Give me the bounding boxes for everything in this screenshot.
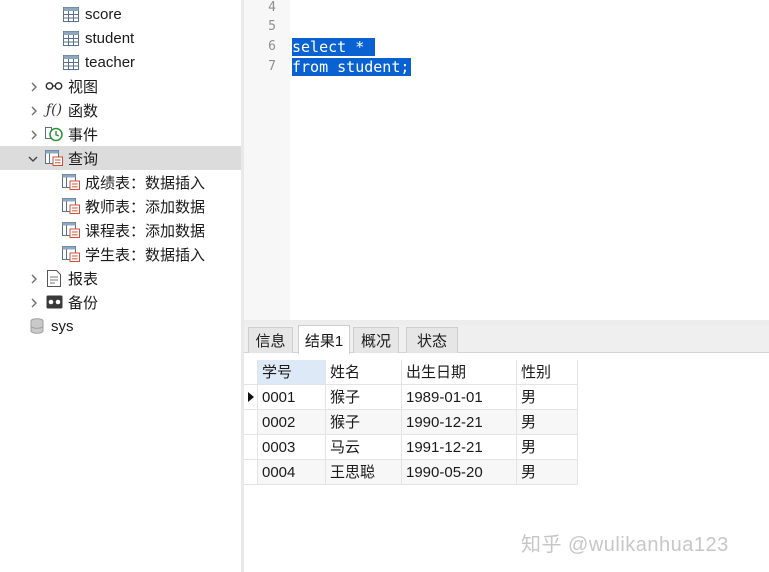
table-cell[interactable]: 男 [517,385,578,410]
row-header[interactable] [244,460,258,485]
line-number: 7 [268,59,276,74]
code-line-selected[interactable]: from student; [292,58,412,76]
tab-profile[interactable]: 概况 [353,327,399,353]
column-header[interactable]: 出生日期 [402,360,517,385]
backup-icon [45,293,63,311]
table-cell[interactable]: 0002 [258,410,326,435]
tree-group-backup[interactable]: 备份 [0,290,241,314]
event-clock-icon [45,125,63,143]
table-cell[interactable]: 1991-12-21 [402,435,517,460]
chevron-down-icon[interactable] [27,152,39,164]
tree-group-reports[interactable]: 报表 [0,266,241,290]
tree-item-label: 教师表：添加数据 [85,198,206,216]
chevron-right-icon[interactable] [28,272,40,284]
table-cell[interactable]: 男 [517,435,578,460]
table-cell[interactable]: 猴子 [326,410,402,435]
table-cell[interactable]: 0003 [258,435,326,460]
table-cell[interactable]: 1989-01-01 [402,385,517,410]
row-header[interactable] [244,435,258,460]
tab-info[interactable]: 信息 [248,327,293,353]
chevron-right-icon[interactable] [28,128,40,140]
line-number: 5 [268,19,276,34]
tree-item-label: teacher [85,53,136,71]
tree-item-label: 函数 [68,102,99,120]
query-item-icon [62,197,80,215]
tree-item-label: 备份 [68,294,99,312]
tree-item-label: sys [51,317,74,335]
line-number-gutter: 4 5 6 7 [244,0,290,322]
table-cell[interactable]: 0004 [258,460,326,485]
tree-item-label: 成绩表：数据插入 [85,174,206,192]
tree-item-label: student [85,29,135,47]
table-cell[interactable]: 马云 [326,435,402,460]
table-cell[interactable]: 王思聪 [326,460,402,485]
column-header[interactable]: 学号 [258,360,326,385]
tab-result1[interactable]: 结果1 [298,325,350,354]
chevron-right-icon[interactable] [28,80,40,92]
tree-item-label: 报表 [68,270,99,288]
function-icon: ƒ() [45,102,63,118]
table-icon [62,5,80,23]
line-number: 6 [268,39,276,54]
table-cell[interactable]: 1990-05-20 [402,460,517,485]
tree-item-label: 查询 [68,150,99,168]
line-number: 4 [268,0,276,15]
tree-item-table-teacher[interactable]: teacher [0,50,241,74]
current-row-indicator-icon[interactable] [244,385,258,410]
query-icon [45,149,63,167]
row-header[interactable] [244,410,258,435]
watermark: 知乎 @wulikanhua123 [521,534,729,556]
table-cell[interactable]: 0001 [258,385,326,410]
tree-item-table-student[interactable]: student [0,26,241,50]
chevron-right-icon[interactable] [28,296,40,308]
tree-item-label: score [85,5,122,23]
tree-group-queries[interactable]: 查询 [0,146,241,170]
tree-item-query-course-add[interactable]: 课程表：添加数据 [0,218,241,242]
table-cell[interactable]: 男 [517,410,578,435]
column-header[interactable]: 姓名 [326,360,402,385]
tree-item-query-teacher-add[interactable]: 教师表：添加数据 [0,194,241,218]
report-icon [45,269,63,287]
tree-database-sys[interactable]: sys [0,314,241,338]
table-icon [62,53,80,71]
query-item-icon [62,173,80,191]
table-cell[interactable]: 1990-12-21 [402,410,517,435]
table-cell[interactable]: 男 [517,460,578,485]
table-icon [62,29,80,47]
query-item-icon [62,245,80,263]
tree-group-functions[interactable]: ƒ() 函数 [0,98,241,122]
tree-item-label: 事件 [68,126,99,144]
tree-item-query-score-insert[interactable]: 成绩表：数据插入 [0,170,241,194]
tree-item-label: 课程表：添加数据 [85,222,206,240]
table-cell[interactable]: 猴子 [326,385,402,410]
results-tab-bar: 信息 结果1 概况 状态 [244,325,769,354]
object-tree-sidebar: score student teacher 视图 ƒ() 函数 事件 查询 成绩… [0,0,241,572]
query-item-icon [62,221,80,239]
chevron-right-icon[interactable] [28,104,40,116]
tab-status[interactable]: 状态 [406,327,458,353]
row-header-corner[interactable] [244,360,258,385]
tree-item-label: 学生表：数据插入 [85,246,206,264]
sql-editor[interactable]: 4 5 6 7 select * from student; [244,0,769,322]
column-header[interactable]: 性别 [517,360,578,385]
tree-group-views[interactable]: 视图 [0,74,241,98]
tree-item-label: 视图 [68,78,99,96]
view-glasses-icon [45,77,63,95]
tree-group-events[interactable]: 事件 [0,122,241,146]
database-icon [28,317,46,335]
code-line-selected[interactable]: select * [292,38,376,56]
tree-item-query-student-insert[interactable]: 学生表：数据插入 [0,242,241,266]
tree-item-table-score[interactable]: score [0,2,241,26]
